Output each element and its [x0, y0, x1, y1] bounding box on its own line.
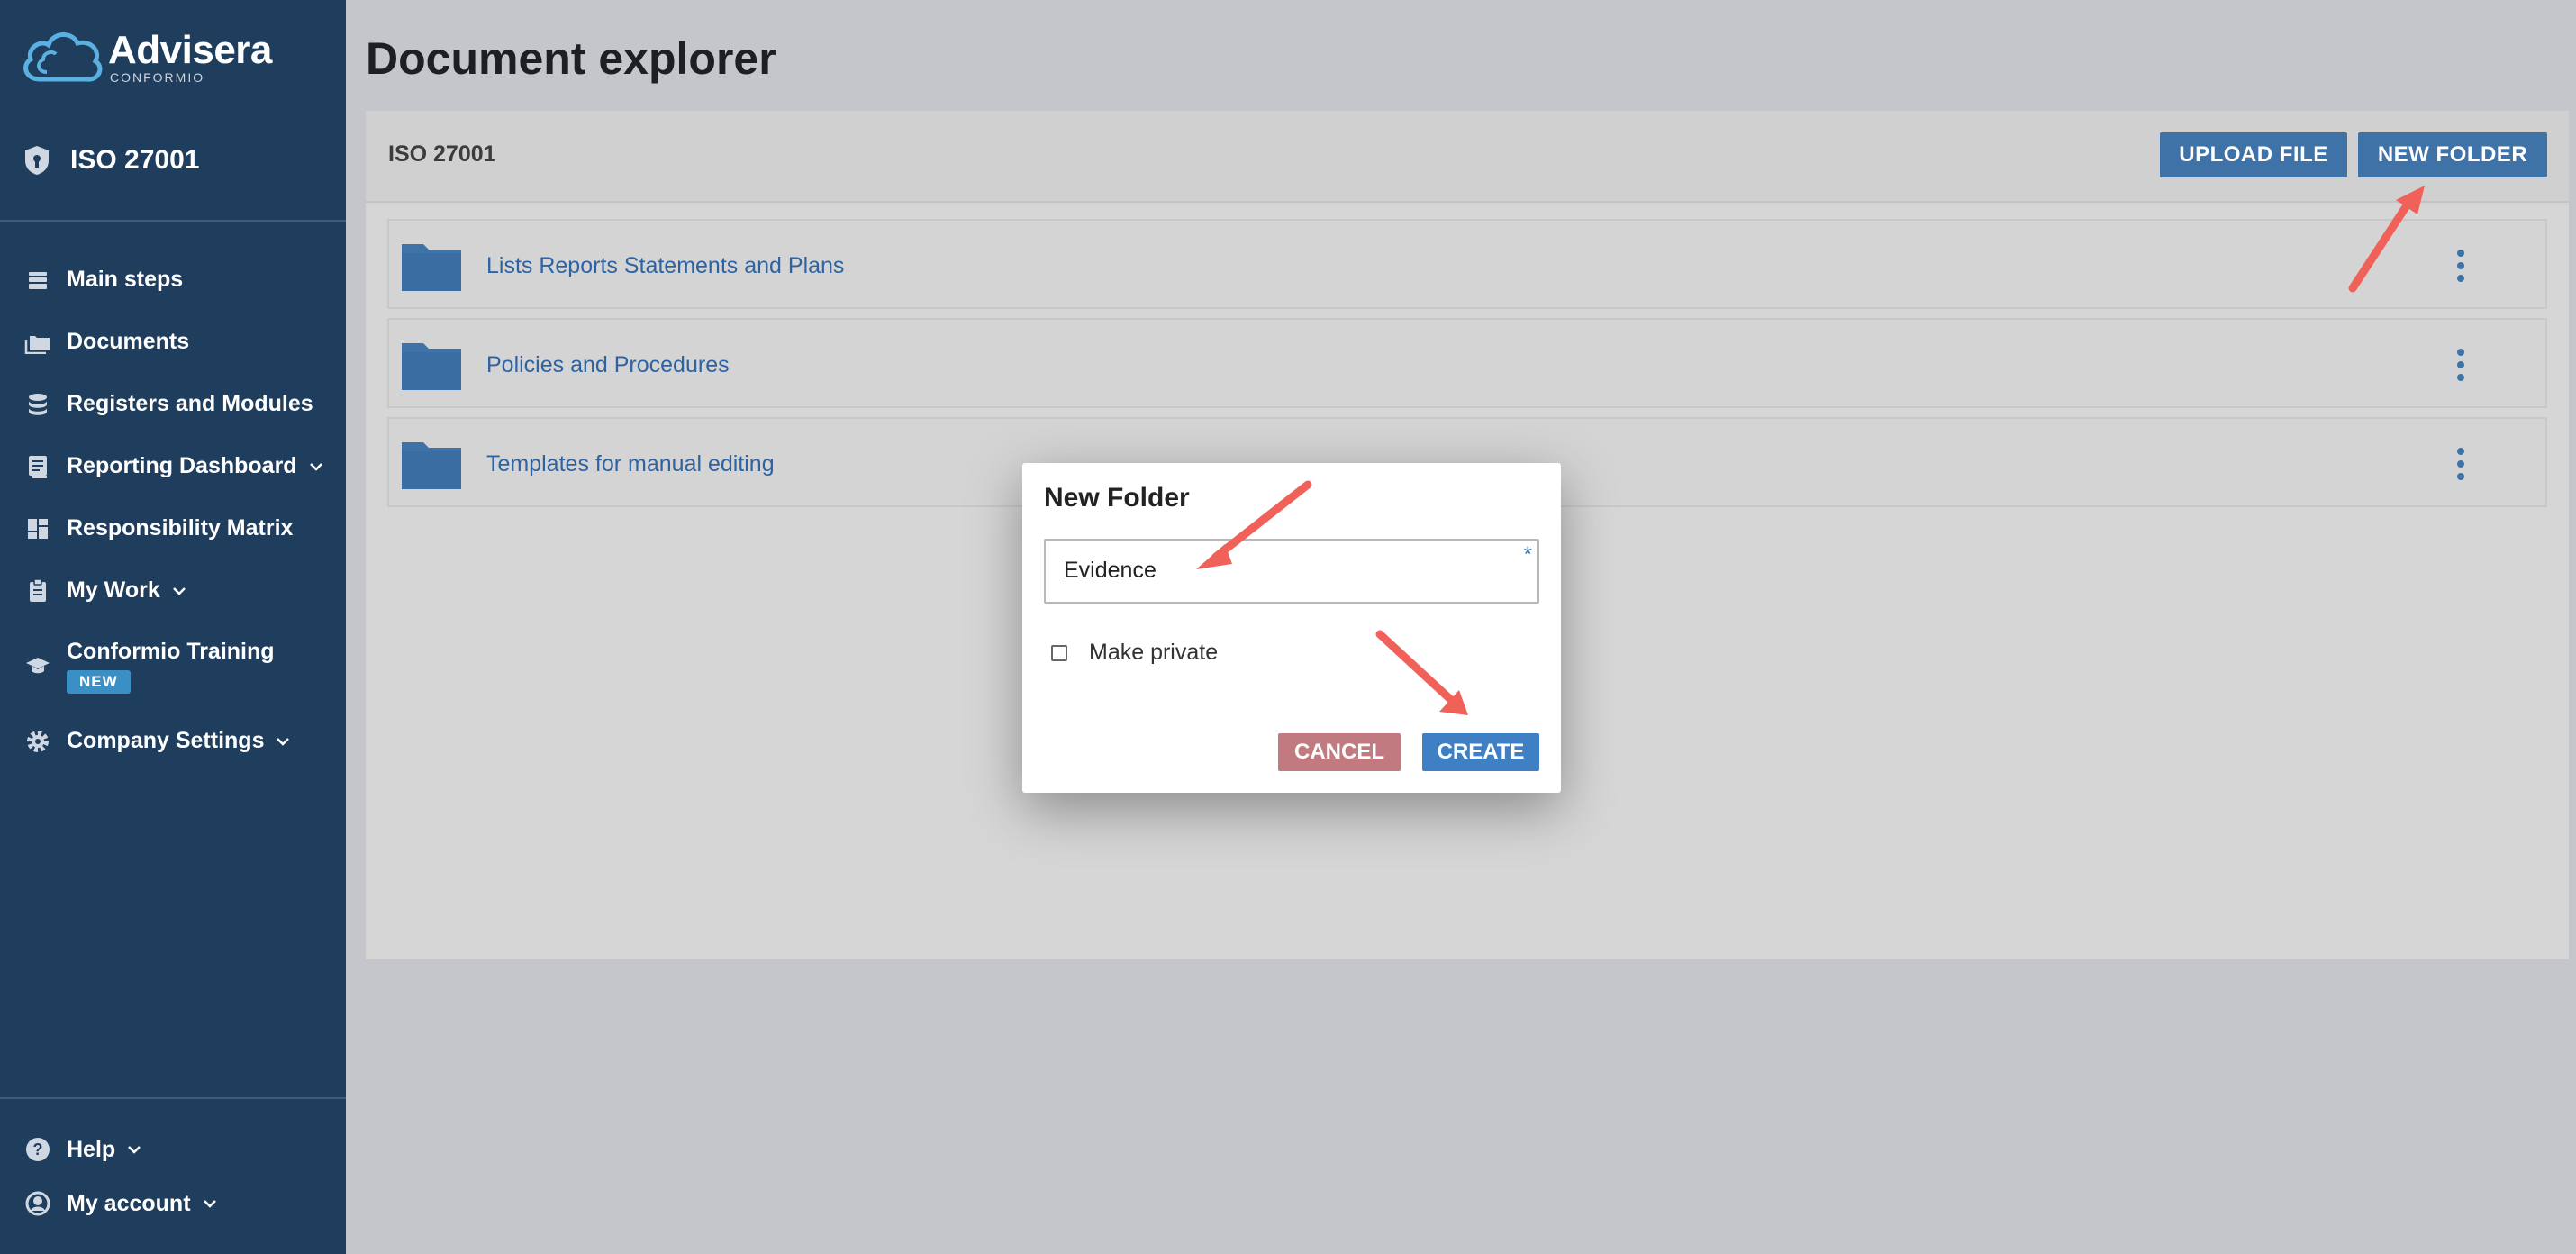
sidebar-item-main-steps[interactable]: Main steps [23, 249, 324, 311]
folder-name-link[interactable]: Templates for manual editing [486, 451, 775, 477]
sidebar-item-my-account[interactable]: My account [23, 1177, 218, 1231]
folder-row[interactable]: Lists Reports Statements and Plans [387, 219, 2547, 309]
folder-name-link[interactable]: Policies and Procedures [486, 352, 730, 378]
help-icon: ? [23, 1135, 52, 1164]
explorer-toolbar: ISO 27001 UPLOAD FILE NEW FOLDER [366, 111, 2569, 203]
folder-name-field[interactable]: * [1044, 539, 1539, 604]
more-options-icon[interactable] [2455, 248, 2466, 284]
graduation-cap-icon [23, 651, 52, 680]
sidebar-item-responsibility-matrix[interactable]: Responsibility Matrix [23, 497, 324, 559]
dialog-title: New Folder [1044, 483, 1190, 513]
brand-subtitle: CONFORMIO [110, 70, 205, 85]
cloud-logo-icon [23, 32, 103, 82]
new-badge: NEW [67, 669, 131, 694]
folder-name-link[interactable]: Lists Reports Statements and Plans [486, 253, 844, 279]
create-button[interactable]: CREATE [1422, 733, 1539, 771]
sidebar-item-label: My Work [67, 577, 160, 603]
clipboard-icon [23, 577, 52, 605]
sidebar-item-label: Company Settings [67, 728, 265, 753]
sidebar-item-label: Responsibility Matrix [67, 515, 294, 541]
sidebar-item-documents[interactable]: Documents [23, 311, 324, 373]
new-folder-button[interactable]: NEW FOLDER [2358, 132, 2547, 177]
sidebar-bottom-nav: ? Help My account [23, 1122, 218, 1231]
brand-name: Advisera [108, 28, 272, 72]
sidebar-item-company-settings[interactable]: Company Settings [23, 710, 324, 772]
folder-icon [402, 343, 461, 390]
shield-icon [25, 146, 49, 175]
product-label: ISO 27001 [70, 145, 200, 175]
sidebar-item-label: My account [67, 1190, 191, 1216]
folders-icon [23, 328, 52, 357]
more-options-icon[interactable] [2455, 446, 2466, 482]
sidebar-item-label: Reporting Dashboard [67, 453, 297, 478]
more-options-icon[interactable] [2455, 347, 2466, 383]
sidebar-item-label: Conformio Training [67, 638, 275, 664]
new-folder-dialog: New Folder * Make private CANCEL CREATE [1022, 463, 1561, 793]
sidebar-divider [0, 220, 346, 222]
sidebar-item-help[interactable]: ? Help [23, 1122, 218, 1177]
layers-icon [23, 266, 52, 295]
make-private-label: Make private [1089, 640, 1219, 665]
sidebar-item-registers[interactable]: Registers and Modules [23, 373, 324, 435]
chevron-down-icon [309, 462, 322, 471]
svg-text:?: ? [33, 1140, 43, 1159]
sidebar-item-reporting-dashboard[interactable]: Reporting Dashboard [23, 435, 324, 497]
folder-name-input[interactable] [1062, 557, 1498, 585]
sidebar-nav: Main steps Documents Registers and Modul… [23, 249, 324, 772]
folder-icon [402, 244, 461, 291]
breadcrumb: ISO 27001 [388, 141, 496, 167]
sidebar: Advisera CONFORMIO ISO 27001 Main steps … [0, 0, 346, 1254]
sidebar-item-label: Main steps [67, 267, 184, 292]
folder-row[interactable]: Policies and Procedures [387, 318, 2547, 408]
sidebar-divider [0, 1097, 346, 1099]
sidebar-item-my-work[interactable]: My Work [23, 559, 324, 622]
product-selector[interactable]: ISO 27001 [23, 144, 199, 177]
sidebar-item-conformio-training[interactable]: Conformio Training NEW [23, 622, 324, 710]
gear-icon [23, 727, 52, 756]
database-icon [23, 390, 52, 419]
upload-file-button[interactable]: UPLOAD FILE [2160, 132, 2347, 177]
grid-icon [23, 514, 52, 543]
sidebar-item-label: Help [67, 1136, 116, 1162]
make-private-checkbox[interactable] [1051, 644, 1067, 661]
make-private-option[interactable]: Make private [1051, 640, 1218, 666]
sidebar-item-label: Registers and Modules [67, 391, 313, 416]
brand-logo[interactable]: Advisera CONFORMIO [20, 25, 272, 90]
sidebar-item-label: Documents [67, 329, 190, 354]
page-title: Document explorer [366, 33, 776, 84]
cancel-button[interactable]: CANCEL [1278, 733, 1401, 771]
folder-icon [402, 442, 461, 489]
chevron-down-icon [128, 1146, 141, 1154]
chevron-down-icon [172, 586, 186, 595]
chevron-down-icon [277, 737, 290, 746]
required-marker: * [1523, 542, 1532, 567]
account-icon [23, 1189, 52, 1218]
report-icon [23, 452, 52, 481]
chevron-down-icon [203, 1200, 216, 1208]
